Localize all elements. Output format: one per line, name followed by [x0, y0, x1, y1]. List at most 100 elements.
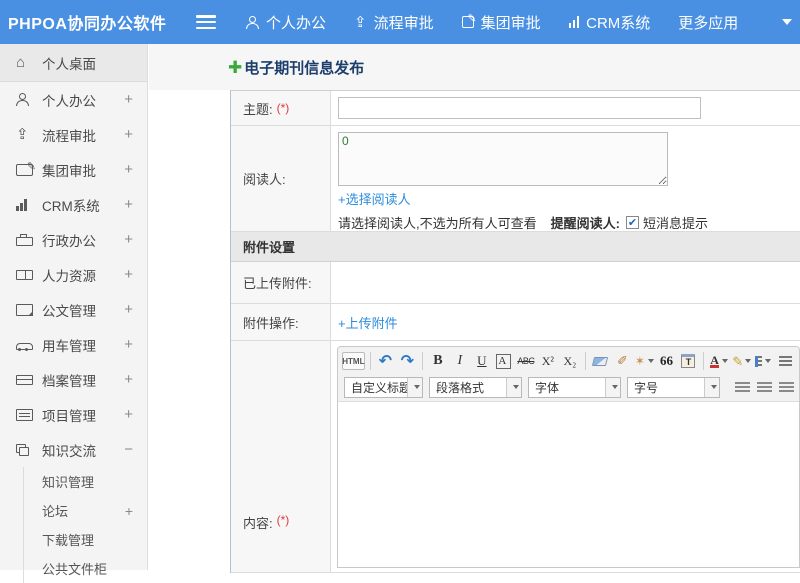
chevron-down-icon — [407, 378, 422, 397]
sms-checkbox[interactable]: ✔ — [626, 216, 639, 229]
expand-plus[interactable]: + — [124, 336, 133, 353]
sidebar-item-project-mgmt[interactable]: 项目管理 + — [0, 397, 147, 432]
subject-input[interactable] — [338, 97, 701, 119]
expand-plus[interactable]: + — [124, 266, 133, 283]
superscript-button[interactable]: X² — [538, 350, 558, 372]
paste-as-text-icon[interactable]: T — [678, 350, 698, 372]
auto-typeset-icon[interactable]: ✶ — [634, 350, 654, 372]
toolbar-row-2: 自定义标题 段落格式 字体 — [341, 374, 796, 400]
sidebar-item-knowledge-exchange[interactable]: 知识交流 − — [0, 432, 147, 467]
expand-plus[interactable]: + — [124, 126, 133, 143]
underline-button[interactable]: U — [472, 350, 492, 372]
sms-label: 短消息提示 — [643, 213, 708, 232]
expand-plus[interactable]: + — [124, 196, 133, 213]
format-brush-icon[interactable]: ✐ — [612, 350, 632, 372]
eraser-icon[interactable] — [590, 350, 610, 372]
book-icon — [16, 270, 33, 280]
page-title-band: ✚ 电子期刊信息发布 — [149, 44, 800, 90]
expand-plus[interactable]: + — [124, 91, 133, 108]
upload-attachment-link[interactable]: +上传附件 — [338, 313, 398, 332]
project-icon — [16, 409, 33, 421]
sidebar-item-vehicle-mgmt[interactable]: 用车管理 + — [0, 327, 147, 362]
chart-icon — [569, 16, 580, 28]
sidebar-item-workflow-approval[interactable]: ⇪ 流程审批 + — [0, 117, 147, 152]
nav-workflow-approval[interactable]: ⇪ 流程审批 — [354, 12, 434, 33]
expand-plus[interactable]: + — [124, 371, 133, 388]
caret-down-icon[interactable] — [782, 19, 792, 25]
sidebar-item-group-approval[interactable]: 集团审批 + — [0, 152, 147, 187]
readers-note: 请选择阅读人,不选为所有人可查看 提醒阅读人: ✔ 短消息提示 — [338, 213, 800, 232]
font-color-button[interactable]: A — [709, 350, 729, 372]
bold-button[interactable]: B — [428, 350, 448, 372]
top-header: PHPOA协同办公软件 个人办公 ⇪ 流程审批 集团审批 CRM系统 更多应用 — [0, 0, 800, 44]
sidebar-item-document-mgmt[interactable]: 公文管理 + — [0, 292, 147, 327]
uploaded-attachments-label: 已上传附件: — [231, 262, 331, 303]
nav-personal-office[interactable]: 个人办公 — [246, 12, 326, 33]
uploaded-attachments-row: 已上传附件: — [231, 262, 800, 304]
select-readers-link[interactable]: +选择阅读人 — [338, 189, 411, 208]
briefcase-icon — [16, 237, 33, 246]
expand-plus[interactable]: + — [125, 503, 133, 519]
flow-icon: ⇪ — [16, 127, 33, 142]
readers-textarea[interactable]: 0 — [338, 132, 668, 186]
font-size-select[interactable]: 字号 — [627, 377, 720, 398]
align-center-icon[interactable] — [754, 376, 774, 398]
sidebar-item-personal-office[interactable]: 个人办公 + — [0, 82, 147, 117]
knowledge-submenu: 知识管理 论坛 + 下载管理 公共文件柜 — [23, 467, 147, 583]
expand-plus[interactable]: + — [124, 301, 133, 318]
remind-readers-label: 提醒阅读人: — [551, 213, 620, 232]
uploaded-attachments-value — [331, 262, 800, 303]
sidebar-item-admin-office[interactable]: 行政办公 + — [0, 222, 147, 257]
attachment-operation-label: 附件操作: — [231, 304, 331, 340]
rich-text-editor: HTML ↶ ↷ B I U A ABC X² X₂ — [337, 346, 800, 568]
main-content: ✚ 电子期刊信息发布 主题: (*) 阅读人: 0 +选择阅读人 请选择阅读人,… — [149, 44, 800, 570]
nav-group-approval[interactable]: 集团审批 — [462, 12, 541, 33]
sidebar-item-hr[interactable]: 人力资源 + — [0, 257, 147, 292]
nav-crm-system[interactable]: CRM系统 — [569, 12, 651, 33]
expand-plus[interactable]: + — [124, 231, 133, 248]
hamburger-menu-icon[interactable] — [196, 15, 216, 29]
edit-icon — [16, 164, 33, 176]
subject-label: 主题: (*) — [231, 91, 331, 125]
strikethrough-button[interactable]: ABC — [516, 350, 536, 372]
chevron-down-icon — [605, 378, 620, 397]
required-mark: (*) — [277, 513, 290, 527]
nav-more-apps[interactable]: 更多应用 — [678, 12, 738, 33]
align-right-icon[interactable] — [776, 376, 796, 398]
blockquote-button[interactable]: 66 — [656, 350, 676, 372]
unordered-list-icon[interactable] — [775, 350, 795, 372]
edit-icon — [462, 16, 474, 28]
sidebar: ⌂ 个人桌面 个人办公 + ⇪ 流程审批 + 集团审批 + CRM系统 + 行政… — [0, 44, 148, 570]
ordered-list-icon[interactable] — [753, 350, 773, 372]
home-icon: ⌂ — [16, 55, 33, 70]
readers-label: 阅读人: — [231, 126, 331, 231]
sidebar-item-archive-mgmt[interactable]: 档案管理 + — [0, 362, 147, 397]
undo-icon[interactable]: ↶ — [375, 350, 395, 372]
html-source-button[interactable]: HTML — [342, 352, 365, 370]
sidebar-subitem-download-mgmt[interactable]: 下载管理 — [24, 525, 147, 554]
subject-row: 主题: (*) — [231, 91, 800, 126]
font-family-select[interactable]: 字体 — [528, 377, 621, 398]
toolbar-row-1: HTML ↶ ↷ B I U A ABC X² X₂ — [341, 348, 796, 374]
editor-content-area[interactable] — [338, 402, 799, 567]
redo-icon[interactable]: ↷ — [397, 350, 417, 372]
collapse-minus[interactable]: − — [124, 441, 133, 458]
custom-title-select[interactable]: 自定义标题 — [344, 377, 423, 398]
sidebar-item-crm[interactable]: CRM系统 + — [0, 187, 147, 222]
subscript-button[interactable]: X₂ — [560, 350, 580, 372]
align-left-icon[interactable] — [732, 376, 752, 398]
expand-plus[interactable]: + — [124, 161, 133, 178]
paragraph-format-select[interactable]: 段落格式 — [429, 377, 522, 398]
content-row: 内容: (*) HTML ↶ ↷ B I U — [231, 341, 800, 573]
expand-plus[interactable]: + — [124, 406, 133, 423]
italic-button[interactable]: I — [450, 350, 470, 372]
border-text-button[interactable]: A — [494, 350, 514, 372]
attachment-section-header: 附件设置 — [231, 232, 800, 262]
flow-icon: ⇪ — [354, 15, 367, 30]
plus-icon: ✚ — [228, 59, 242, 76]
sidebar-subitem-knowledge-mgmt[interactable]: 知识管理 — [24, 467, 147, 496]
highlight-color-icon[interactable]: ✐ — [731, 350, 751, 372]
sidebar-subitem-forum[interactable]: 论坛 + — [24, 496, 147, 525]
sidebar-subitem-public-cabinet[interactable]: 公共文件柜 — [24, 554, 147, 583]
sidebar-item-desktop[interactable]: ⌂ 个人桌面 — [0, 44, 147, 82]
